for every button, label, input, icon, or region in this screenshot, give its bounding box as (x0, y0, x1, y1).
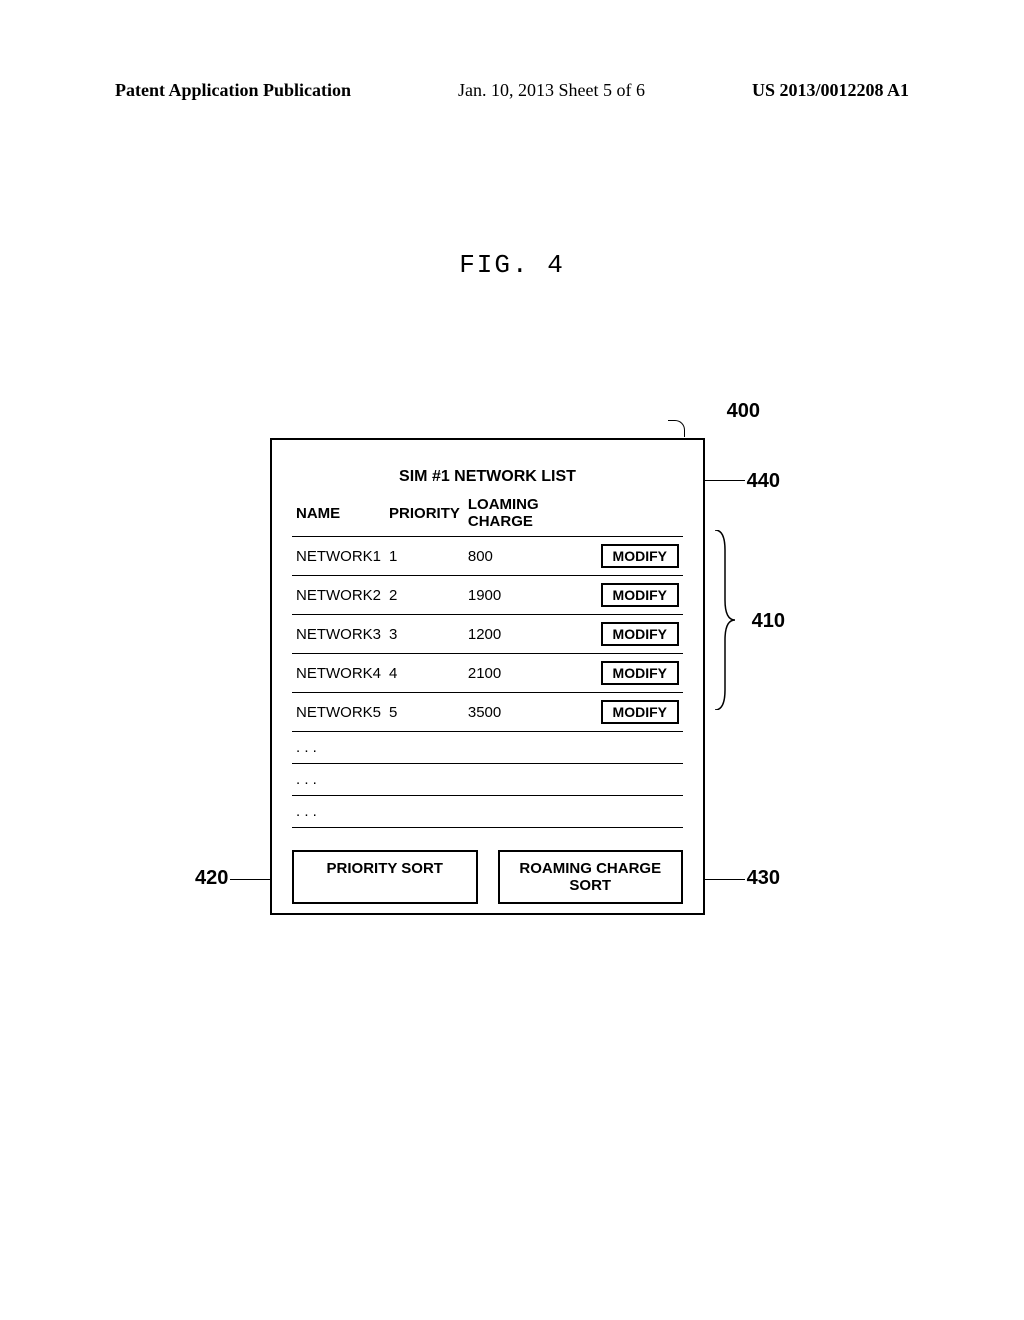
table-row: NETWORK3 3 1200 MODIFY (292, 615, 683, 654)
roaming-charge-sort-button[interactable]: ROAMING CHARGE SORT (498, 850, 684, 904)
cell-name: . . . (292, 796, 385, 828)
cell-name: . . . (292, 764, 385, 796)
cell-priority: 3 (385, 615, 464, 654)
cell-name: NETWORK5 (292, 693, 385, 732)
col-charge: LOAMING CHARGE (464, 490, 595, 537)
leader-430 (705, 879, 745, 880)
modify-button[interactable]: MODIFY (601, 700, 679, 724)
cell-name: NETWORK2 (292, 576, 385, 615)
priority-sort-button[interactable]: PRIORITY SORT (292, 850, 478, 904)
cell-name: NETWORK3 (292, 615, 385, 654)
ref-440: 440 (747, 470, 780, 493)
header-middle: Jan. 10, 2013 Sheet 5 of 6 (458, 80, 645, 101)
cell-priority: 1 (385, 537, 464, 576)
table-row: NETWORK5 5 3500 MODIFY (292, 693, 683, 732)
panel-title: SIM #1 NETWORK LIST (292, 468, 683, 486)
table-row: NETWORK4 4 2100 MODIFY (292, 654, 683, 693)
leader-440 (705, 480, 745, 481)
figure-diagram: 400 SIM #1 NETWORK LIST NAME PRIORITY LO… (270, 420, 705, 915)
cell-charge: 1200 (464, 615, 595, 654)
table-row: . . . (292, 764, 683, 796)
cell-charge: 3500 (464, 693, 595, 732)
col-action (595, 490, 683, 537)
table-row: . . . (292, 732, 683, 764)
cell-charge: 800 (464, 537, 595, 576)
leader-420 (230, 879, 270, 880)
cell-priority: 4 (385, 654, 464, 693)
table-row: . . . (292, 796, 683, 828)
ref-400: 400 (727, 400, 760, 423)
modify-button[interactable]: MODIFY (601, 661, 679, 685)
cell-name: NETWORK1 (292, 537, 385, 576)
leader-400 (668, 420, 685, 437)
ref-430: 430 (747, 867, 780, 890)
modify-button[interactable]: MODIFY (601, 544, 679, 568)
modify-button[interactable]: MODIFY (601, 622, 679, 646)
ref-410: 410 (752, 610, 785, 633)
table-row: NETWORK1 1 800 MODIFY (292, 537, 683, 576)
figure-label: FIG. 4 (0, 250, 1024, 280)
cell-name: . . . (292, 732, 385, 764)
brace-410 (715, 530, 735, 710)
cell-charge: 1900 (464, 576, 595, 615)
col-priority: PRIORITY (385, 490, 464, 537)
network-list-panel: SIM #1 NETWORK LIST NAME PRIORITY LOAMIN… (270, 438, 705, 915)
cell-charge: 2100 (464, 654, 595, 693)
header-left: Patent Application Publication (115, 80, 351, 101)
page-header: Patent Application Publication Jan. 10, … (115, 80, 909, 101)
ref-420: 420 (195, 867, 228, 890)
cell-name: NETWORK4 (292, 654, 385, 693)
header-right: US 2013/0012208 A1 (752, 80, 909, 101)
table-row: NETWORK2 2 1900 MODIFY (292, 576, 683, 615)
sort-row: PRIORITY SORT ROAMING CHARGE SORT (292, 850, 683, 904)
col-name: NAME (292, 490, 385, 537)
cell-priority: 2 (385, 576, 464, 615)
modify-button[interactable]: MODIFY (601, 583, 679, 607)
cell-priority: 5 (385, 693, 464, 732)
network-table: NAME PRIORITY LOAMING CHARGE NETWORK1 1 … (292, 490, 683, 828)
